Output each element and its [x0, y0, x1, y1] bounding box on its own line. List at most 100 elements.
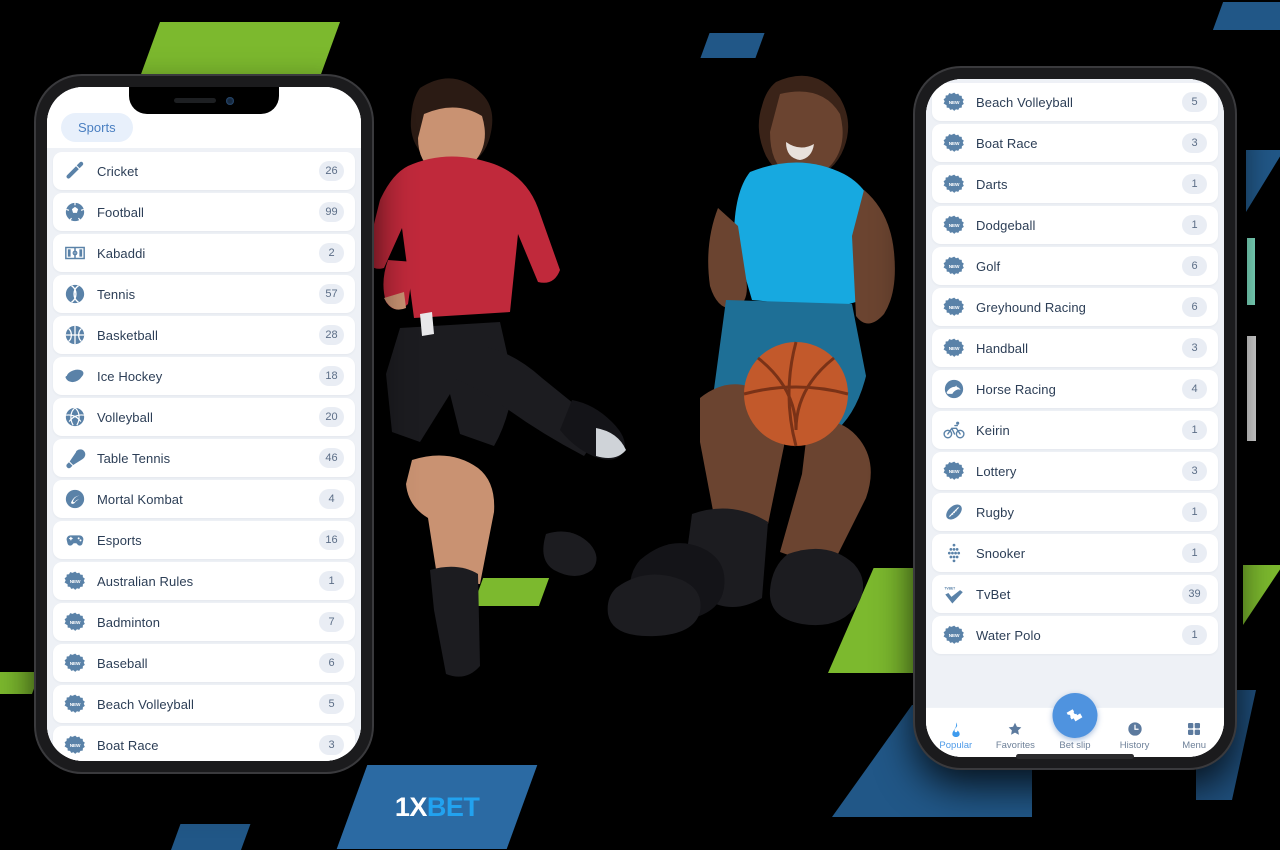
basketball-player-photo — [607, 75, 895, 637]
sport-count-badge: 3 — [319, 735, 344, 755]
sport-name: Lottery — [976, 463, 1017, 479]
mortal-kombat-icon — [53, 488, 97, 510]
tvbet-check-icon: TVBET — [932, 583, 976, 605]
nav-item-popular[interactable]: Popular — [926, 721, 986, 751]
sport-count-badge: 7 — [319, 612, 344, 632]
nav-label: Favorites — [995, 740, 1035, 751]
sport-row[interactable]: Football 99 — [53, 193, 355, 231]
sport-row[interactable]: NEW Greyhound Racing 6 — [932, 288, 1218, 326]
sport-count-badge: 1 — [1182, 543, 1207, 563]
sport-row[interactable]: Volleyball 20 — [53, 398, 355, 436]
sport-name: Boat Race — [97, 737, 159, 753]
new-badge-icon: NEW — [932, 214, 976, 236]
clock-icon — [1127, 721, 1143, 737]
sport-count-badge: 4 — [1182, 379, 1207, 399]
right-phone-mockup: NEW Beach Volleyball 5 NEW Boat Race 3 NEW Dart… — [915, 68, 1235, 768]
nav-item-history[interactable]: History — [1105, 721, 1165, 751]
deco-blue-parallelogram-top-right — [1212, 2, 1280, 30]
sport-row[interactable]: Rugby 1 — [932, 493, 1218, 531]
sport-name: Greyhound Racing — [976, 299, 1086, 315]
sport-count-badge: 39 — [1182, 584, 1207, 604]
sport-count-badge: 1 — [1182, 420, 1207, 440]
deco-blue-triangle-right — [1246, 150, 1280, 212]
sport-count-badge: 57 — [319, 284, 344, 304]
left-sports-list[interactable]: Cricket 26 Football 99 Kabaddi 2 Tennis 57 Baske… — [47, 148, 361, 761]
new-badge-icon: NEW — [53, 734, 97, 756]
soccer-ball-icon — [53, 201, 97, 223]
sport-name: Table Tennis — [97, 450, 171, 466]
bottom-navigation[interactable]: Popular Favorites Bet slip History Menu — [926, 693, 1224, 757]
hockey-puck-icon — [53, 365, 97, 387]
sport-row[interactable]: NEW Australian Rules 1 — [53, 562, 355, 600]
sport-name: Badminton — [97, 614, 161, 630]
svg-text:NEW: NEW — [949, 305, 960, 311]
svg-text:NEW: NEW — [949, 264, 960, 270]
nav-label: Menu — [1182, 740, 1207, 751]
soccer-player-photo — [366, 78, 626, 677]
table-tennis-icon — [53, 447, 97, 469]
nav-item-bet-slip[interactable]: Bet slip — [1045, 693, 1105, 751]
sport-row[interactable]: Ice Hockey 18 — [53, 357, 355, 395]
sport-row[interactable]: NEW Dodgeball 1 — [932, 206, 1218, 244]
brand-logo: 1XBET — [395, 792, 480, 823]
sport-name: Basketball — [97, 327, 158, 343]
sport-row[interactable]: Basketball 28 — [53, 316, 355, 354]
new-badge-icon: NEW — [932, 337, 976, 359]
sport-name: Horse Racing — [976, 381, 1056, 397]
sport-name: Boat Race — [976, 135, 1038, 151]
sport-name: Dodgeball — [976, 217, 1036, 233]
sport-row[interactable]: NEW Darts 1 — [932, 165, 1218, 203]
sport-row[interactable]: NEW Badminton 7 — [53, 603, 355, 641]
sport-count-badge: 6 — [319, 653, 344, 673]
tab-sports[interactable]: Sports — [61, 113, 133, 142]
sport-row[interactable]: Snooker 1 — [932, 534, 1218, 572]
left-phone-screen: Sports Cricket 26 Football 99 Kabaddi 2 Tennis… — [47, 87, 361, 761]
new-badge-icon: NEW — [53, 611, 97, 633]
sport-count-badge: 1 — [1182, 174, 1207, 194]
sport-row[interactable]: NEW Water Polo 1 — [932, 616, 1218, 654]
home-indicator — [1016, 754, 1134, 759]
sport-name: Handball — [976, 340, 1029, 356]
sport-row[interactable]: NEW Boat Race 3 — [932, 124, 1218, 162]
svg-text:NEW: NEW — [949, 141, 960, 147]
sport-count-badge: 5 — [319, 694, 344, 714]
deco-teal-bar-right — [1247, 238, 1255, 305]
sport-row[interactable]: Horse Racing 4 — [932, 370, 1218, 408]
sport-row[interactable]: Esports 16 — [53, 521, 355, 559]
svg-text:NEW: NEW — [70, 702, 81, 708]
sport-row[interactable]: Keirin 1 — [932, 411, 1218, 449]
new-badge-icon: NEW — [932, 296, 976, 318]
sport-row[interactable]: NEW Handball 3 — [932, 329, 1218, 367]
new-badge-icon: NEW — [932, 132, 976, 154]
new-badge-icon: NEW — [932, 91, 976, 113]
sport-name: Water Polo — [976, 627, 1041, 643]
sport-row[interactable]: NEW Beach Volleyball 5 — [53, 685, 355, 723]
svg-text:NEW: NEW — [949, 633, 960, 639]
nav-item-menu[interactable]: Menu — [1164, 721, 1224, 751]
new-badge-icon: NEW — [932, 624, 976, 646]
bet-slip-fab[interactable] — [1052, 693, 1098, 738]
sport-row[interactable]: NEW Golf 6 — [932, 247, 1218, 285]
nav-item-favorites[interactable]: Favorites — [986, 721, 1046, 751]
sport-row[interactable]: Table Tennis 46 — [53, 439, 355, 477]
sport-name: Baseball — [97, 655, 148, 671]
right-sports-list[interactable]: NEW Beach Volleyball 5 NEW Boat Race 3 NEW Dart… — [926, 79, 1224, 707]
sport-row[interactable]: NEW Lottery 3 — [932, 452, 1218, 490]
svg-text:NEW: NEW — [70, 579, 81, 585]
tennis-ball-icon — [53, 283, 97, 305]
sport-row[interactable]: Tennis 57 — [53, 275, 355, 313]
sport-row[interactable]: Cricket 26 — [53, 152, 355, 190]
sport-count-badge: 3 — [1182, 133, 1207, 153]
volleyball-icon — [53, 406, 97, 428]
new-badge-icon: NEW — [53, 570, 97, 592]
sport-row[interactable]: NEW Beach Volleyball 5 — [932, 83, 1218, 121]
sport-row[interactable]: NEW Boat Race 3 — [53, 726, 355, 761]
sport-row[interactable]: NEW Baseball 6 — [53, 644, 355, 682]
new-badge-icon: NEW — [932, 460, 976, 482]
new-badge-icon: NEW — [53, 652, 97, 674]
sport-row[interactable]: Kabaddi 2 — [53, 234, 355, 272]
sport-row[interactable]: Mortal Kombat 4 — [53, 480, 355, 518]
cricket-bat-icon — [53, 160, 97, 182]
sport-row[interactable]: TVBET TvBet 39 — [932, 575, 1218, 613]
gamepad-icon — [53, 529, 97, 551]
